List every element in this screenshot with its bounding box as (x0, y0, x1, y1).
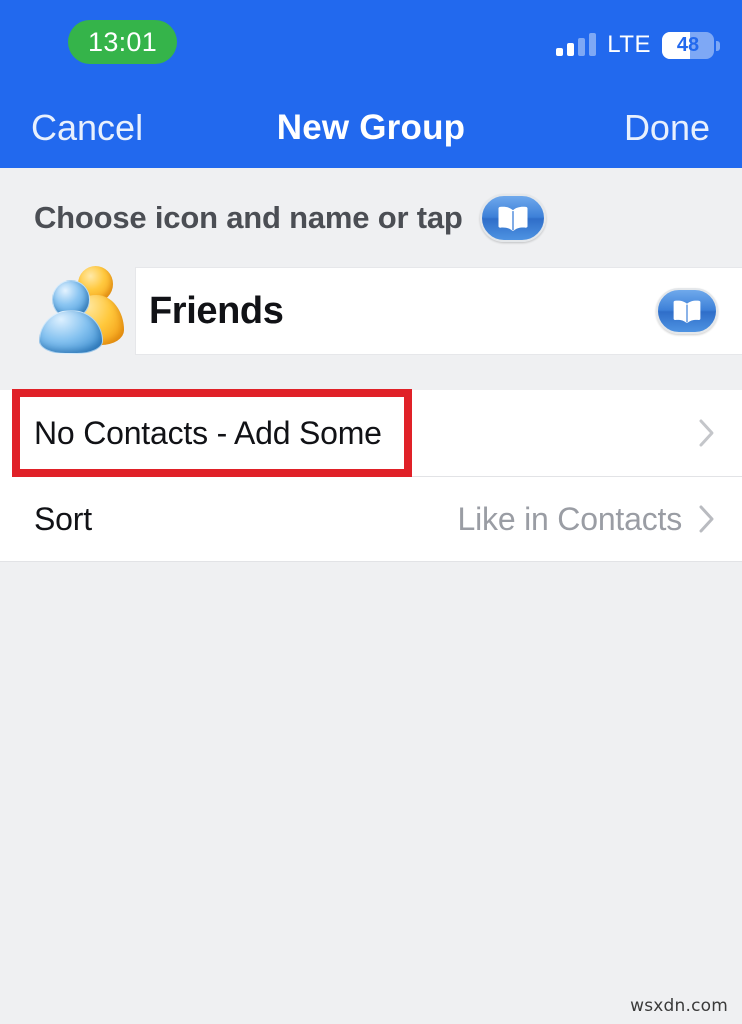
battery-percent-label: 48 (676, 33, 700, 56)
network-type-label: LTE (607, 31, 651, 58)
settings-list: No Contacts - Add Some Sort Like in Cont… (0, 390, 742, 562)
book-icon[interactable] (656, 288, 718, 334)
cancel-button[interactable]: Cancel (31, 107, 143, 149)
status-bar: 13:01 LTE 48 (0, 0, 742, 88)
group-name-row: Friends (0, 266, 742, 355)
app-header: 13:01 LTE 48 Cancel New Group Done (0, 0, 742, 168)
status-time-pill: 13:01 (68, 20, 178, 64)
choose-icon-label: Choose icon and name or tap (34, 199, 463, 235)
choose-icon-section: Choose icon and name or tap (0, 168, 742, 267)
watermark: wsxdn.com (630, 996, 728, 1016)
book-icon[interactable] (479, 193, 546, 242)
chevron-right-icon (698, 418, 716, 448)
group-name-value[interactable]: Friends (149, 290, 656, 333)
status-indicators: LTE 48 (556, 28, 720, 62)
cellular-signal-icon (556, 33, 597, 56)
list-item-no-contacts[interactable]: No Contacts - Add Some (0, 390, 742, 476)
navigation-bar: Cancel New Group Done (0, 88, 742, 168)
battery-icon: 48 (662, 31, 720, 59)
chevron-right-icon (698, 504, 716, 534)
list-item-label: Sort (34, 500, 92, 537)
list-item-sort[interactable]: Sort Like in Contacts (0, 476, 742, 562)
sort-value: Like in Contacts (457, 500, 683, 537)
contacts-avatar[interactable] (36, 262, 128, 355)
battery-cap (716, 40, 720, 51)
status-time: 13:01 (88, 26, 158, 57)
group-name-field[interactable]: Friends (135, 267, 742, 355)
done-button[interactable]: Done (624, 107, 710, 149)
list-item-label: No Contacts - Add Some (34, 414, 382, 451)
